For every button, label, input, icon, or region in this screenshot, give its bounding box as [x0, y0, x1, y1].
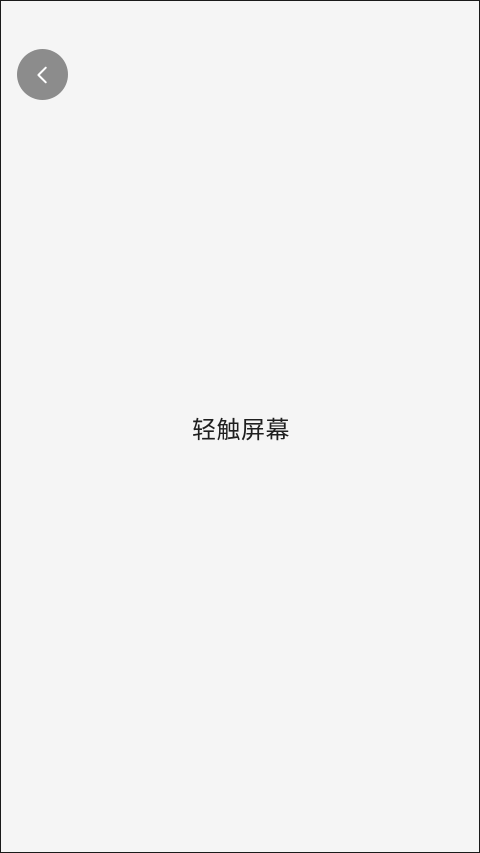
- back-button[interactable]: [17, 49, 68, 100]
- chevron-left-icon: [32, 64, 54, 86]
- screen[interactable]: 轻触屏幕: [0, 0, 480, 853]
- tap-screen-prompt: 轻触屏幕: [192, 416, 290, 444]
